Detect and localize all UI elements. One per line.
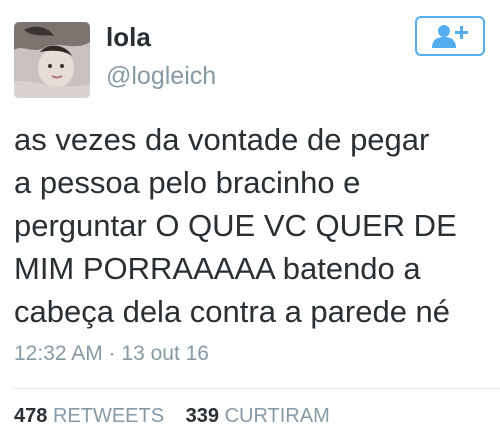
tweet-card: lola @logleich as vezes da vontade de pe…: [0, 0, 500, 438]
tweet-text-line: as vezes da vontade de pegar: [14, 122, 430, 157]
tweet-text-line: a pessoa pelo bracinho e: [14, 165, 361, 200]
retweets-count[interactable]: 478: [14, 405, 47, 427]
tweet-text: as vezes da vontade de pegar a pessoa pe…: [14, 118, 494, 333]
tweet-text-line: MIM PORRAAAAA batendo a: [14, 251, 421, 286]
avatar[interactable]: [14, 22, 90, 98]
add-user-icon: [432, 25, 468, 48]
timestamp[interactable]: 12:32 AM · 13 out 16: [14, 342, 209, 366]
follow-button[interactable]: [415, 16, 485, 56]
likes-count[interactable]: 339: [186, 405, 219, 427]
divider: [14, 388, 500, 389]
likes-label[interactable]: CURTIRAM: [225, 405, 330, 427]
retweets-label[interactable]: RETWEETS: [53, 405, 164, 427]
tweet-text-line: perguntar O QUE VC QUER DE: [14, 208, 457, 243]
tweet-text-line: cabeça dela contra a parede né: [14, 294, 451, 329]
engagement-stats: 478 RETWEETS 339 CURTIRAM: [14, 405, 346, 428]
display-name[interactable]: lola: [106, 22, 151, 53]
user-handle[interactable]: @logleich: [106, 62, 216, 91]
avatar-photo: [14, 22, 90, 98]
